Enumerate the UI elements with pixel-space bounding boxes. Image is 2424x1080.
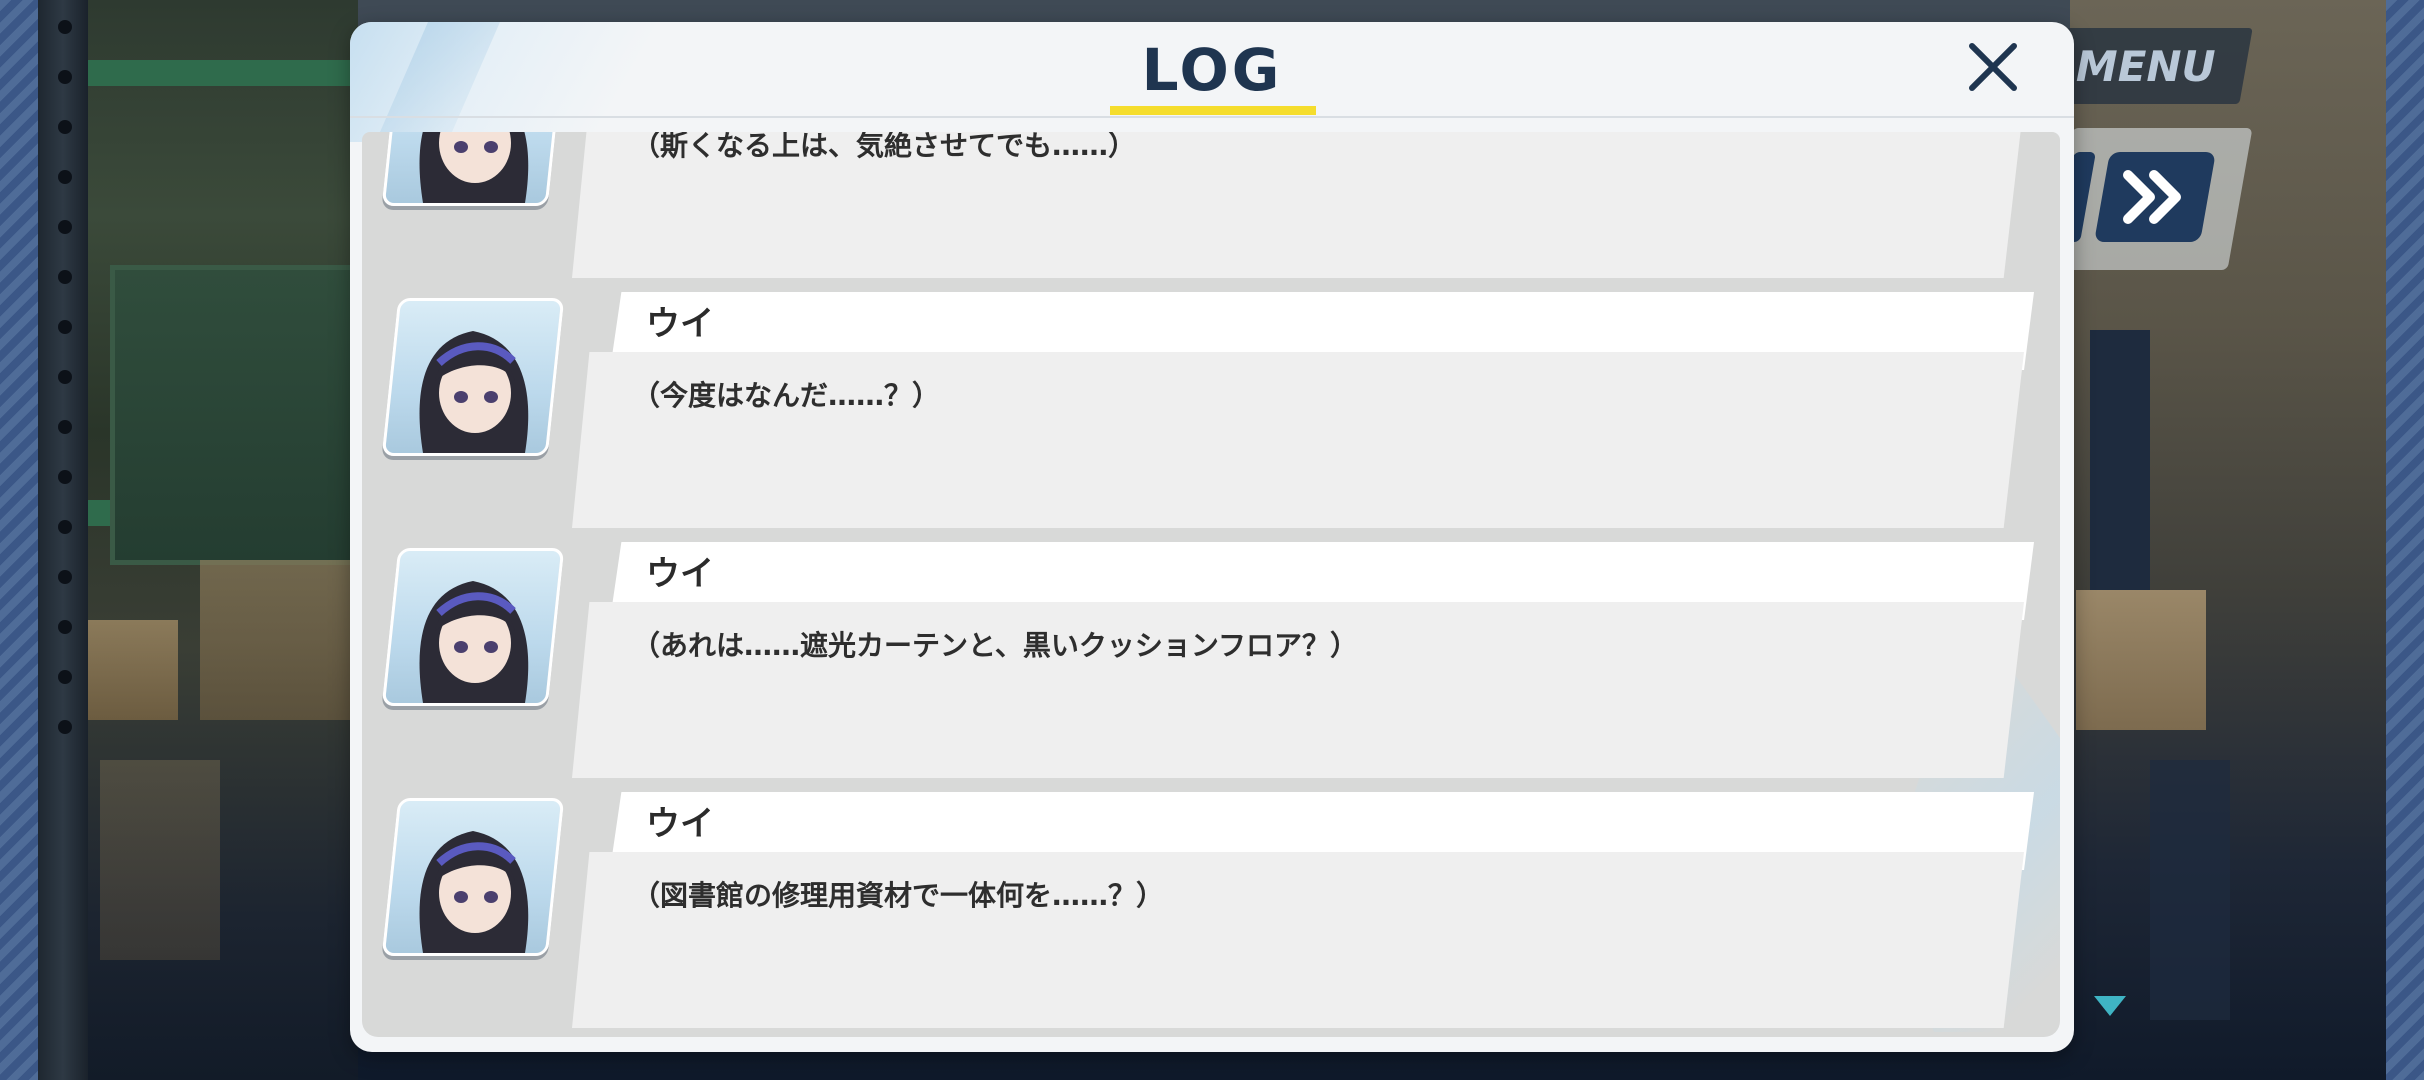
log-entry: ウイ （今度はなんだ……？） [362, 292, 2060, 528]
triangle-down-icon [2094, 996, 2126, 1016]
pole-bolt [58, 120, 72, 134]
log-entry: ウイ （あれは……遮光カーテンと、黒いクッションフロア？） [362, 542, 2060, 778]
speaker-name: ウイ [646, 554, 714, 594]
pole-bolt [58, 70, 72, 84]
pole-bolt [58, 320, 72, 334]
pole-bolt [58, 20, 72, 34]
pole-bolt [58, 370, 72, 384]
shelf-board [88, 60, 358, 86]
log-entry: ウイ （図書館の修理用資材で一体何を……？） [362, 792, 2060, 1028]
character-portrait [419, 831, 529, 953]
pole-bolt [58, 670, 72, 684]
pole-bolt [58, 470, 72, 484]
shelf-bin [2090, 330, 2150, 590]
title-underline [1110, 106, 1316, 115]
log-header: LOG [350, 22, 2074, 116]
avatar [381, 548, 565, 706]
log-title: LOG [1141, 36, 1283, 104]
pole-bolt [58, 520, 72, 534]
green-board [110, 265, 360, 565]
message-text: （今度はなんだ……？） [632, 379, 941, 412]
cardboard-box [200, 560, 350, 720]
pole-bolt [58, 570, 72, 584]
left-border-stripe [0, 0, 38, 1080]
cardboard-box [88, 620, 178, 720]
message-text: （あれは……遮光カーテンと、黒いクッションフロア？） [632, 629, 1359, 662]
cardboard-box [100, 760, 220, 960]
message-text: （斯くなる上は、気絶させてでも……） [632, 132, 1137, 162]
avatar [381, 132, 565, 206]
pole-bolt [58, 420, 72, 434]
character-portrait [419, 132, 529, 203]
pole-bolt [58, 220, 72, 234]
message-text: （図書館の修理用資材で一体何を……？） [632, 879, 1165, 912]
header-divider [350, 116, 2074, 118]
menu-button-label: MENU [2076, 41, 2216, 91]
close-icon [1969, 43, 2017, 91]
pole-bolt [58, 620, 72, 634]
character-portrait [419, 581, 529, 703]
fast-forward-button[interactable] [2094, 152, 2216, 242]
cardboard-box [2076, 590, 2206, 730]
shelf-bin [2150, 760, 2230, 1020]
shelf-pole [38, 0, 88, 1080]
fast-forward-icon [2123, 170, 2181, 224]
pole-bolt [58, 270, 72, 284]
close-button[interactable] [1958, 32, 2028, 102]
log-entry: （斯くなる上は、気絶させてでも……） [362, 132, 2060, 278]
character-portrait [419, 331, 529, 453]
pole-bolt [58, 170, 72, 184]
avatar [381, 298, 565, 456]
pole-bolt [58, 720, 72, 734]
log-list[interactable]: （斯くなる上は、気絶させてでも……） ウイ （今度はなんだ……？） ウイ （あれ… [362, 132, 2060, 1037]
avatar [381, 798, 565, 956]
menu-button[interactable]: MENU [2053, 28, 2253, 104]
right-border-stripe [2386, 0, 2424, 1080]
speaker-name: ウイ [646, 304, 714, 344]
log-panel: LOG （斯くなる上は、気絶させてでも……） ウイ （今度はなんだ……？） ウイ… [350, 22, 2074, 1052]
speaker-name: ウイ [646, 804, 714, 844]
